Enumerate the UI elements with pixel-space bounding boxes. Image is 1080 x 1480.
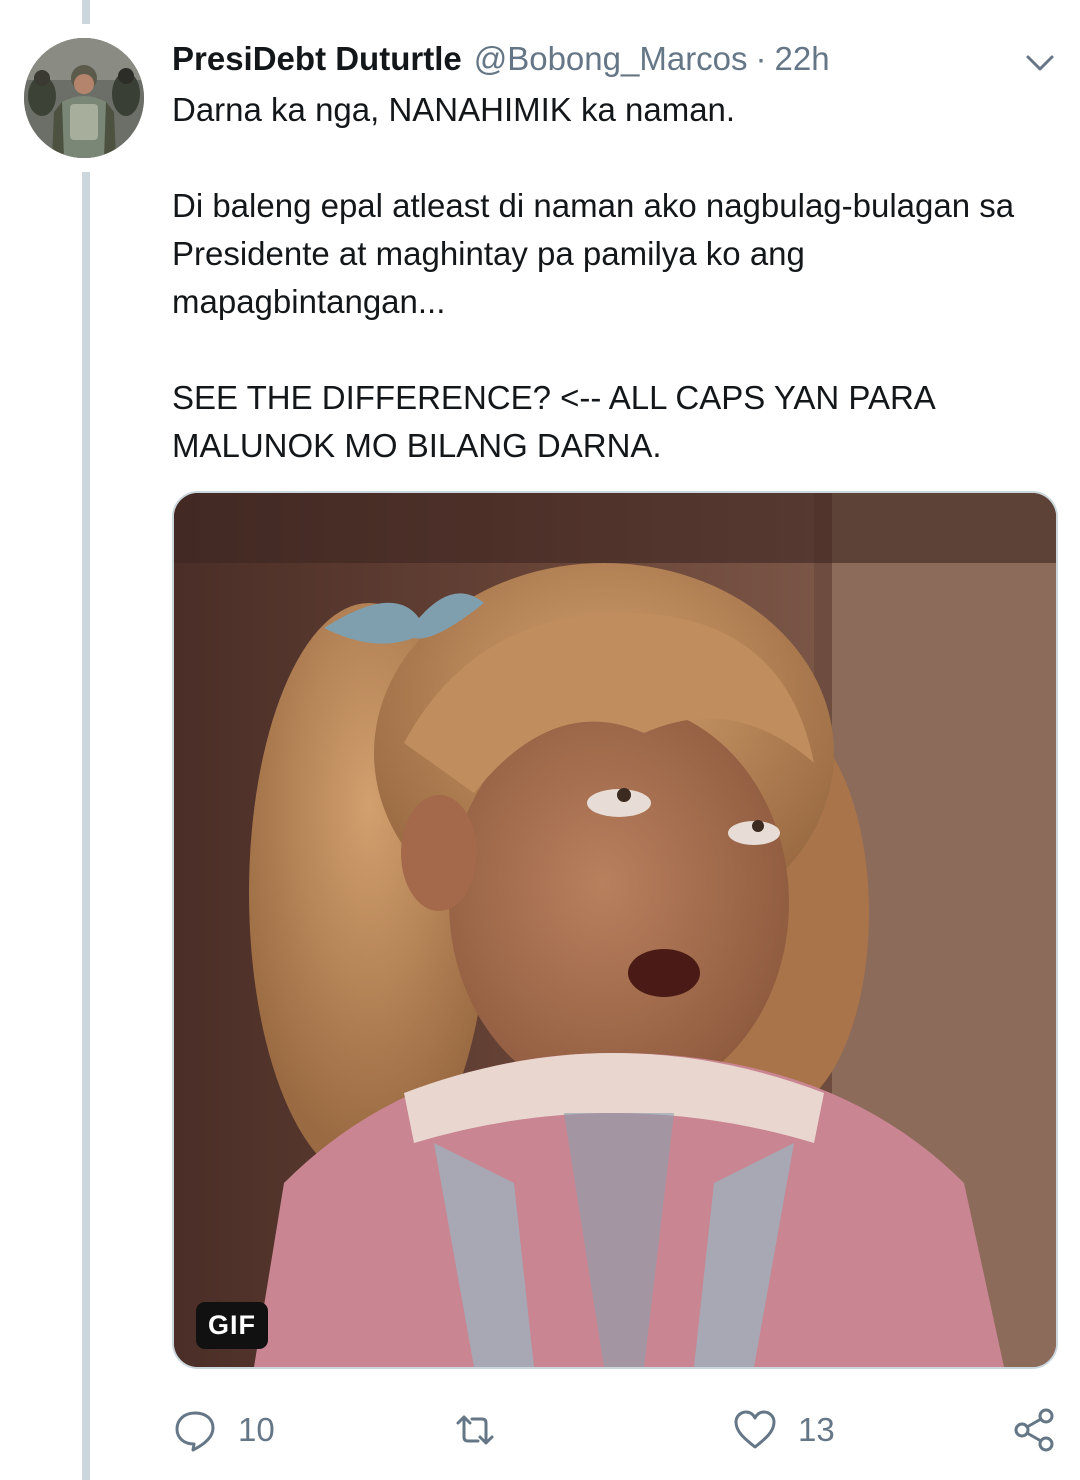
gif-badge: GIF <box>196 1302 268 1349</box>
reply-count: 10 <box>238 1411 275 1448</box>
tweet-paragraph: Darna ka nga, NANAHIMIK ka naman. <box>172 91 736 128</box>
heart-icon <box>734 1410 776 1449</box>
avatar[interactable] <box>24 38 144 158</box>
tweet-paragraph: SEE THE DIFFERENCE? <-- ALL CAPS YAN PAR… <box>172 379 934 464</box>
thread-line-top <box>82 0 90 24</box>
tweet-actions: 10 13 <box>172 1400 1062 1460</box>
avatar-photo <box>24 38 144 158</box>
reply-icon <box>175 1411 215 1452</box>
like-button[interactable]: 13 <box>732 1400 835 1460</box>
user-handle[interactable]: @Bobong_Marcos <box>474 40 748 78</box>
gif-image <box>174 493 1056 1367</box>
reply-button[interactable]: 10 <box>172 1400 275 1460</box>
header-separator: · <box>755 40 767 77</box>
tweet-text: Darna ka nga, NANAHIMIK ka naman. Di bal… <box>172 86 1062 470</box>
tweet-paragraph: Di baleng epal atleast di naman ako nagb… <box>172 187 1015 320</box>
like-count: 13 <box>798 1411 835 1448</box>
share-button[interactable] <box>1012 1400 1058 1460</box>
thread-line-bottom <box>82 172 90 1480</box>
tweet-header: PresiDebt Duturtle @Bobong_Marcos · 22h <box>172 34 1060 84</box>
gif-media[interactable]: GIF <box>172 491 1058 1369</box>
retweet-icon <box>456 1415 494 1445</box>
share-icon <box>1014 1408 1054 1452</box>
retweet-button[interactable] <box>452 1400 518 1460</box>
chevron-down-icon[interactable] <box>1020 42 1060 82</box>
tweet-timestamp[interactable]: 22h <box>775 40 830 78</box>
display-name[interactable]: PresiDebt Duturtle <box>172 40 462 78</box>
